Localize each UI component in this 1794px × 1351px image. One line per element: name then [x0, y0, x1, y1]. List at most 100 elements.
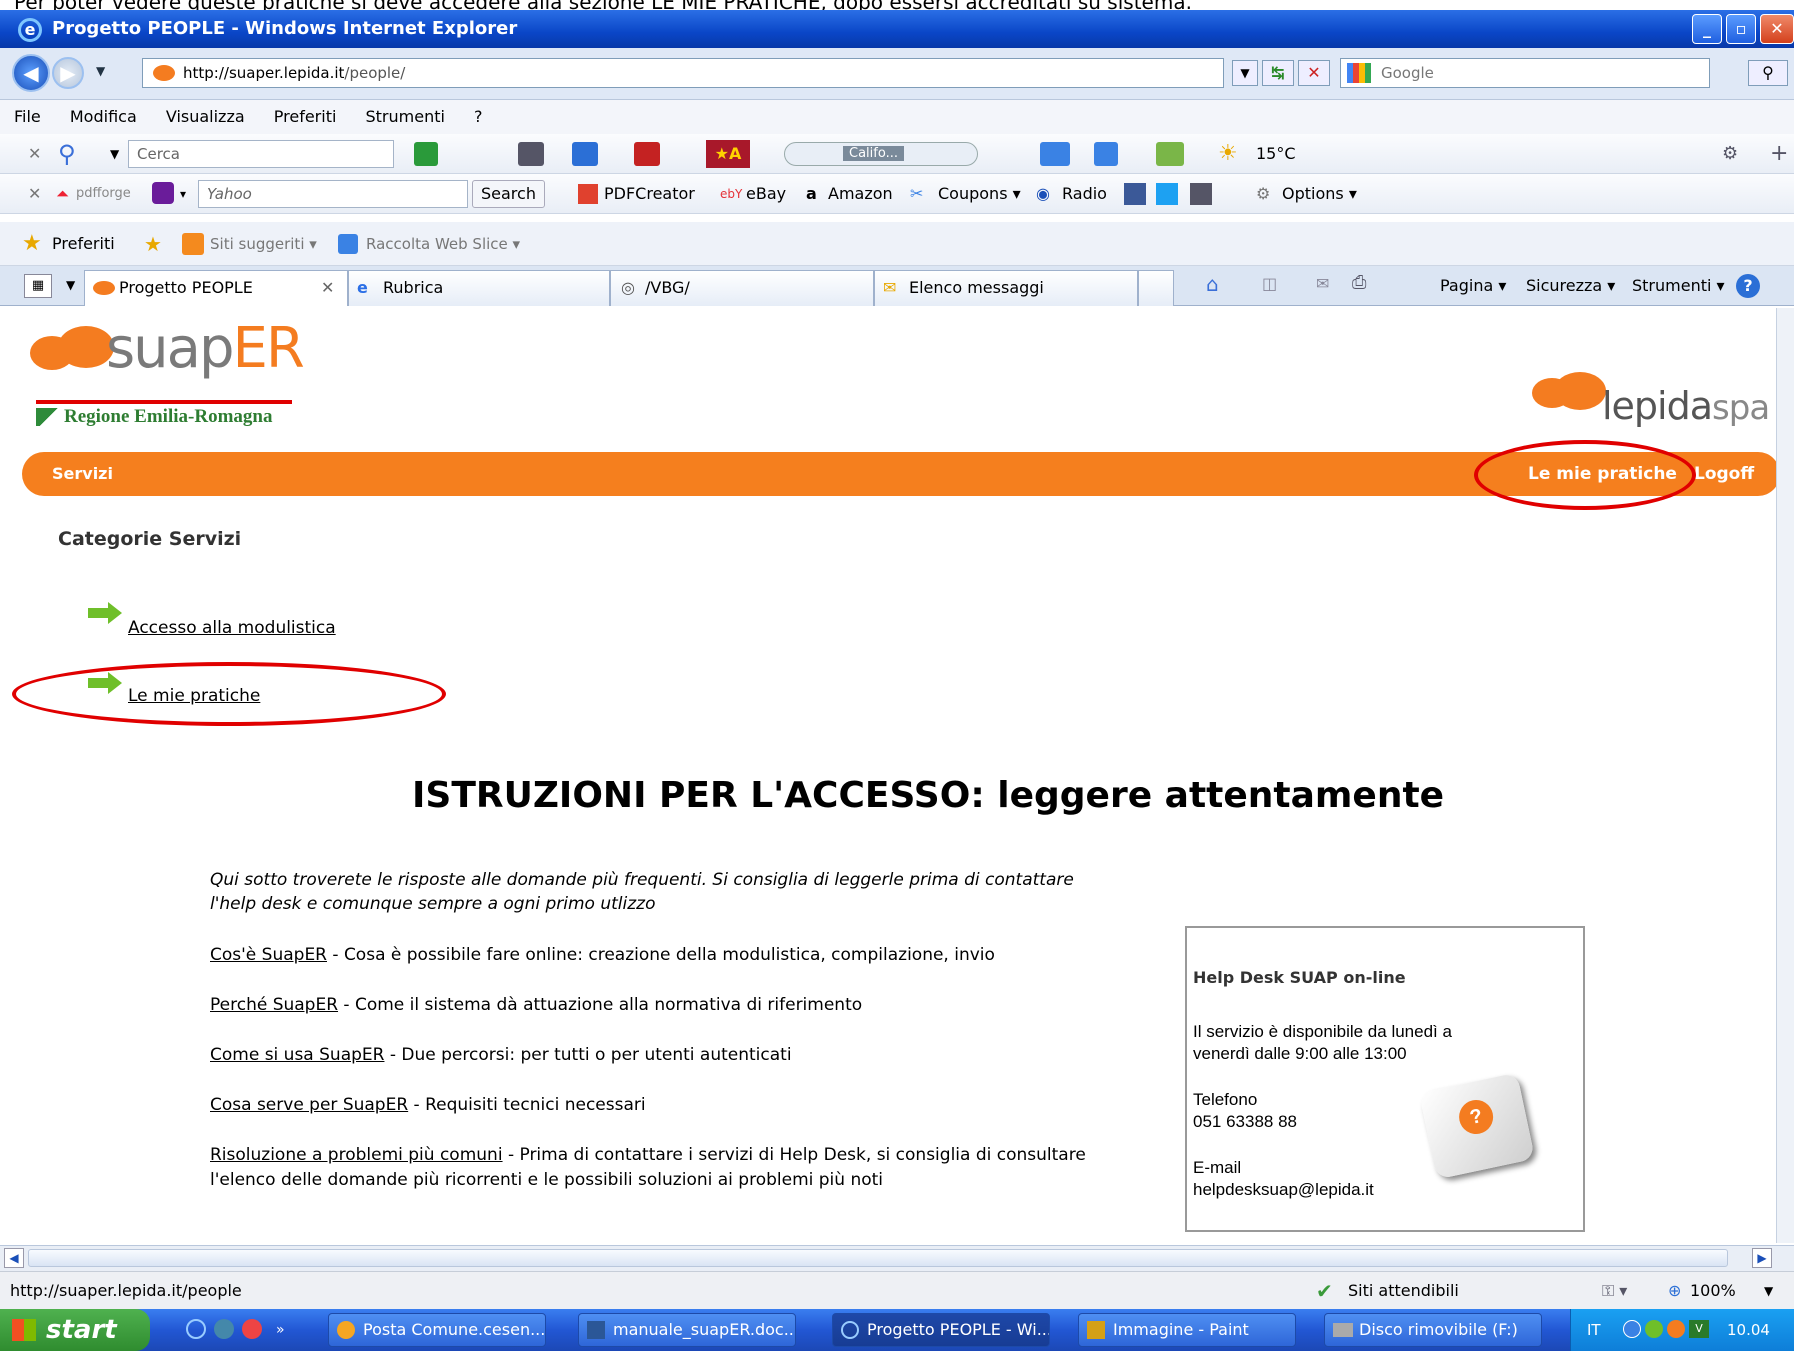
radio-link[interactable]: Radio [1062, 174, 1107, 214]
magnifier-icon[interactable]: ⚲ [58, 134, 76, 174]
task-disco[interactable]: Disco rimovibile (F:) [1324, 1313, 1542, 1347]
tab-vbg[interactable]: ◎ /VBG/ [610, 270, 874, 306]
faq-link-cosa-serve[interactable]: Cosa serve per SuapER [210, 1095, 408, 1115]
menu-modifica[interactable]: Modifica [70, 107, 137, 126]
tray-back-icon[interactable] [1623, 1320, 1641, 1338]
twitter-icon[interactable] [1156, 183, 1178, 205]
go-icon[interactable] [414, 142, 438, 166]
refresh-icon[interactable]: ↹ [1262, 60, 1294, 86]
forward-button[interactable]: ▶ [52, 57, 84, 89]
menu-help[interactable]: ? [474, 107, 483, 126]
wrench-icon[interactable]: ⚙ [1722, 134, 1738, 174]
search-dropdown-icon[interactable]: ▼ [110, 134, 119, 174]
task-progetto-people[interactable]: Progetto PEOPLE - Wi... [832, 1313, 1050, 1347]
suggested-sites[interactable]: Siti suggeriti ▾ [210, 222, 317, 266]
faq-link-perche[interactable]: Perché SuapER [210, 995, 338, 1015]
nav-logoff[interactable]: Logoff [1694, 452, 1754, 496]
media-player-widget[interactable]: Califo... [784, 142, 978, 166]
tray-v-icon[interactable]: V [1689, 1320, 1709, 1338]
bookmark-star-icon[interactable]: ★A [706, 140, 750, 168]
zoom-dropdown-icon[interactable]: ▼ [1764, 1272, 1773, 1310]
minimize-button[interactable]: _ [1692, 14, 1722, 44]
address-bar[interactable]: http://suaper.lepida.it/people/ [142, 58, 1224, 88]
menu-visualizza[interactable]: Visualizza [166, 107, 245, 126]
vertical-scrollbar[interactable] [1776, 308, 1794, 1243]
calculator-icon[interactable] [1094, 142, 1118, 166]
start-button[interactable]: start [0, 1309, 150, 1351]
favorites-button[interactable]: Preferiti [52, 222, 115, 266]
faq-link-come-si-usa[interactable]: Come si usa SuapER [210, 1045, 384, 1065]
menu-file[interactable]: File [14, 107, 41, 126]
close-yahoo-toolbar-icon[interactable]: ✕ [28, 174, 41, 214]
tab-rubrica[interactable]: e Rubrica [348, 270, 610, 306]
mail-icon[interactable] [1040, 142, 1070, 166]
close-toolbar-icon[interactable]: ✕ [28, 134, 41, 174]
scroll-thumb[interactable] [28, 1249, 1728, 1267]
home-icon[interactable]: ⌂ [1206, 272, 1219, 296]
googleplus-icon[interactable] [1190, 183, 1212, 205]
add-favorite-icon[interactable]: ★ [144, 222, 162, 266]
youtube-icon[interactable] [634, 142, 660, 166]
yahoo-search-input[interactable]: Yahoo [198, 180, 468, 208]
quicklaunch-icon[interactable] [214, 1319, 234, 1339]
close-window-button[interactable]: ✕ [1760, 14, 1794, 44]
search-box[interactable]: Google [1340, 58, 1710, 88]
quicklaunch-firefox-icon[interactable] [242, 1319, 262, 1339]
language-indicator[interactable]: IT [1587, 1309, 1601, 1351]
yahoo-dropdown-icon[interactable]: ▾ [180, 174, 186, 214]
zoom-level[interactable]: 100% [1690, 1272, 1736, 1310]
read-mail-icon[interactable]: ✉ [1316, 274, 1329, 293]
security-menu[interactable]: Sicurezza ▾ [1526, 276, 1615, 295]
coupons-menu[interactable]: Coupons ▾ [938, 174, 1021, 214]
faq-link-risoluzione[interactable]: Risoluzione a problemi più comuni [210, 1145, 503, 1165]
menu-strumenti[interactable]: Strumenti [366, 107, 445, 126]
add-icon[interactable]: + [1770, 134, 1788, 174]
page-menu[interactable]: Pagina ▾ [1440, 276, 1506, 295]
maximize-button[interactable]: ▫ [1726, 14, 1756, 44]
address-dropdown-icon[interactable]: ▼ [1232, 60, 1258, 86]
webslice-gallery[interactable]: Raccolta Web Slice ▾ [366, 222, 520, 266]
game-icon[interactable] [518, 142, 544, 166]
options-menu[interactable]: Options ▾ [1282, 174, 1357, 214]
protected-mode-icon[interactable]: ⚿ ▾ [1602, 1272, 1627, 1310]
task-paint[interactable]: Immagine - Paint [1078, 1313, 1296, 1347]
quicklaunch-more-icon[interactable]: » [276, 1309, 285, 1351]
weather-temperature[interactable]: 15°C [1256, 134, 1296, 174]
yahoo-icon[interactable] [152, 182, 174, 204]
history-dropdown-icon[interactable]: ▼ [96, 64, 105, 78]
horizontal-scrollbar[interactable]: ◀ ▶ [0, 1245, 1794, 1271]
helpdesk-email[interactable]: helpdesksuap@lepida.it [1193, 1180, 1374, 1200]
tray-app-icon[interactable] [1667, 1320, 1685, 1338]
tools-menu[interactable]: Strumenti ▾ [1632, 276, 1725, 295]
scroll-right-icon[interactable]: ▶ [1752, 1248, 1772, 1268]
faq-link-cos-e[interactable]: Cos'è SuapER [210, 945, 327, 965]
feeds-icon[interactable]: ◫ [1262, 274, 1277, 293]
print-icon[interactable]: ⎙ [1352, 272, 1366, 293]
toolbar-search-input[interactable]: Cerca [128, 140, 394, 168]
task-posta[interactable]: Posta Comune.cesen... [328, 1313, 546, 1347]
quicklaunch-ie-icon[interactable] [186, 1319, 206, 1339]
ebay-link[interactable]: eBay [746, 174, 786, 214]
tab-progetto-people[interactable]: Progetto PEOPLE ✕ [84, 270, 348, 306]
tab-close-icon[interactable]: ✕ [321, 271, 334, 305]
menu-preferiti[interactable]: Preferiti [274, 107, 337, 126]
tray-network-icon[interactable] [1645, 1320, 1663, 1338]
pdfcreator-link[interactable]: PDFCreator [604, 174, 695, 214]
amazon-link[interactable]: Amazon [828, 174, 893, 214]
pdfforge-label[interactable]: pdfforge [76, 174, 131, 214]
facebook-icon[interactable] [1124, 183, 1146, 205]
nav-servizi[interactable]: Servizi [52, 452, 113, 496]
tab-elenco-messaggi[interactable]: ✉ Elenco messaggi [874, 270, 1138, 306]
yahoo-search-button[interactable]: Search [472, 180, 545, 208]
status-zone[interactable]: Siti attendibili [1348, 1272, 1459, 1310]
search-go-icon[interactable]: ⚲ [1748, 60, 1788, 86]
map-icon[interactable] [1156, 142, 1184, 166]
stop-icon[interactable]: ✕ [1298, 60, 1330, 86]
back-button[interactable]: ◀ [12, 54, 50, 92]
facebook-toolbar-icon[interactable] [572, 142, 598, 166]
task-manuale[interactable]: manuale_suapER.doc... [578, 1313, 796, 1347]
help-icon[interactable]: ? [1736, 274, 1760, 298]
link-accesso-modulistica[interactable]: Accesso alla modulistica [128, 618, 336, 638]
tab-list-icon[interactable]: ▼ [66, 278, 75, 292]
new-tab-button[interactable] [1138, 270, 1174, 306]
